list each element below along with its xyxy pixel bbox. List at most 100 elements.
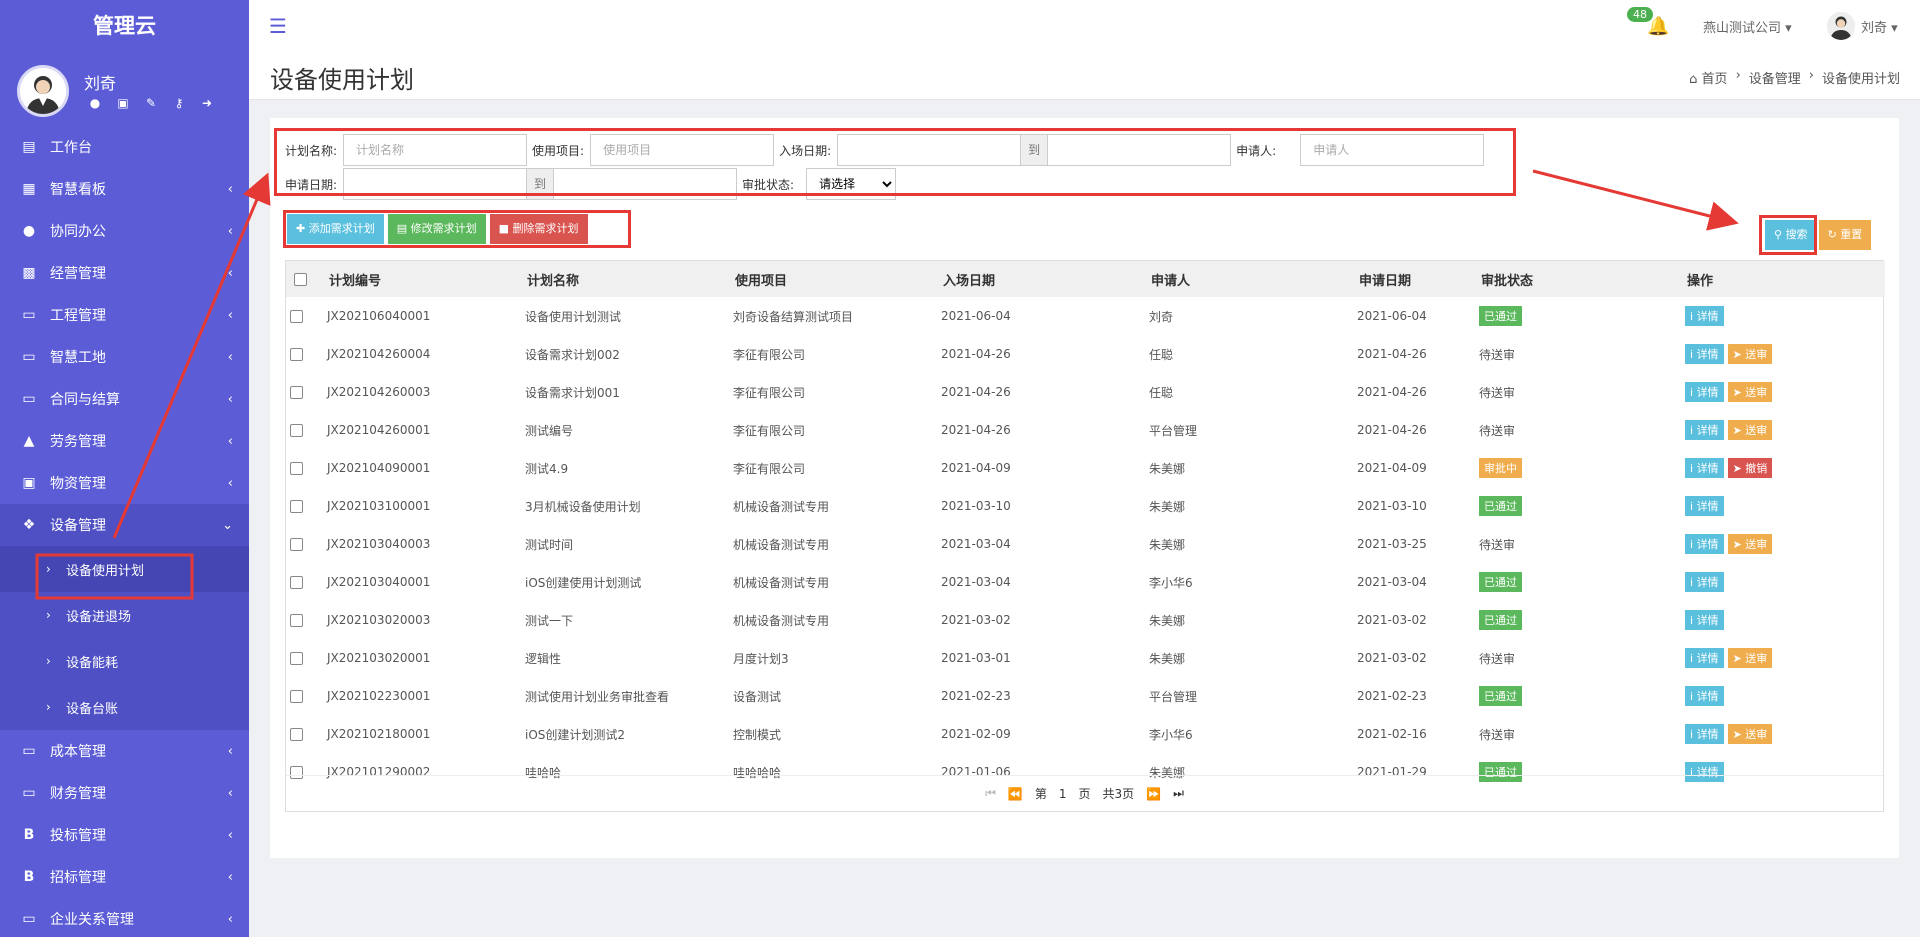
next-page-icon[interactable]: ⏩ — [1146, 787, 1161, 801]
row-checkbox[interactable] — [290, 500, 303, 513]
row-checkbox[interactable] — [290, 462, 303, 475]
topbar-avatar[interactable] — [1827, 12, 1855, 40]
sidebar-item[interactable]: ▭ 成本管理 ‹ — [0, 730, 249, 772]
sidebar-item[interactable]: ▭ 工程管理 ‹ — [0, 294, 249, 336]
detail-button[interactable]: i 详情 — [1685, 420, 1724, 440]
sidebar-item[interactable]: ❖ 设备管理 ⌄ — [0, 504, 249, 546]
pagination: ⏮ ⏪ 第 1 页 共3页 ⏩ ⏭ — [286, 775, 1883, 811]
col-status[interactable]: 审批状态 — [1476, 261, 1682, 297]
detail-button[interactable]: i 详情 — [1685, 534, 1724, 554]
row-checkbox[interactable] — [290, 652, 303, 665]
id-card-icon[interactable]: ▣ — [116, 96, 130, 110]
row-checkbox[interactable] — [290, 614, 303, 627]
table-row[interactable]: JX202104260001 测试编号 李征有限公司 2021-04-26 平台管理 20… — [286, 411, 1885, 449]
sidebar-item[interactable]: ▩ 经营管理 ‹ — [0, 252, 249, 294]
breadcrumb-equipment[interactable]: 设备管理 — [1749, 68, 1801, 87]
chevron-left-icon: ‹ — [227, 349, 233, 365]
row-checkbox[interactable] — [290, 538, 303, 551]
user-dropdown[interactable]: 刘奇 ▾ — [1861, 17, 1898, 36]
select-all-checkbox[interactable] — [294, 272, 307, 286]
sidebar-item[interactable]: ▤ 工作台 — [0, 126, 249, 168]
sidebar-item[interactable]: ▭ 企业关系管理 ‹ — [0, 898, 249, 937]
sidebar-subitem[interactable]: › 设备能耗 — [0, 638, 249, 684]
sidebar-item[interactable]: ● 协同办公 ‹ — [0, 210, 249, 252]
detail-button[interactable]: i 详情 — [1685, 572, 1724, 592]
col-name[interactable]: 计划名称 — [522, 261, 730, 297]
send-icon: ➤ — [1732, 386, 1742, 399]
table-row[interactable]: JX202104260004 设备需求计划002 李征有限公司 2021-04-26 任… — [286, 335, 1885, 373]
row-checkbox[interactable] — [290, 386, 303, 399]
table-row[interactable]: JX202104260003 设备需求计划001 李征有限公司 2021-04-26 任… — [286, 373, 1885, 411]
detail-button[interactable]: i 详情 — [1685, 648, 1724, 668]
info-icon: i — [1690, 386, 1694, 399]
sidebar-item[interactable]: ▲ 劳务管理 ‹ — [0, 420, 249, 462]
cell-code: JX202103040001 — [327, 575, 431, 589]
cell-name: 逻辑性 — [525, 651, 562, 666]
sidebar-subitem[interactable]: › 设备使用计划 — [0, 546, 249, 592]
logout-icon[interactable]: ➜ — [200, 96, 214, 110]
col-project[interactable]: 使用项目 — [730, 261, 938, 297]
page-number[interactable]: 1 — [1059, 787, 1067, 801]
row-checkbox[interactable] — [290, 728, 303, 741]
sidebar-item-label: 智慧工地 — [50, 350, 106, 366]
prev-page-icon[interactable]: ⏪ — [1008, 787, 1023, 801]
breadcrumb-home[interactable]: ⌂ 首页 — [1689, 68, 1727, 87]
detail-button[interactable]: i 详情 — [1685, 344, 1724, 364]
key-icon[interactable]: ⚷ — [172, 96, 186, 110]
table-row[interactable]: JX202103040003 测试时间 机械设备测试专用 2021-03-04 朱美娜 2… — [286, 525, 1885, 563]
detail-button[interactable]: i 详情 — [1685, 382, 1724, 402]
first-page-icon[interactable]: ⏮ — [985, 786, 996, 801]
sidebar-subitem[interactable]: › 设备进退场 — [0, 592, 249, 638]
menu-toggle-icon[interactable]: ☰ — [269, 14, 287, 38]
revoke-button[interactable]: ➤ 撤销 — [1727, 458, 1773, 478]
cell-name: iOS创建使用计划测试 — [525, 575, 642, 590]
row-checkbox[interactable] — [290, 348, 303, 361]
bell-icon[interactable]: 🔔 — [1647, 16, 1669, 37]
submit-button[interactable]: ➤ 送审 — [1727, 344, 1773, 364]
user-icon[interactable]: ● — [88, 96, 102, 110]
table-row[interactable]: JX202103040001 iOS创建使用计划测试 机械设备测试专用 2021-03… — [286, 563, 1885, 601]
table-row[interactable]: JX202103020003 测试一下 机械设备测试专用 2021-03-02 朱美娜 2… — [286, 601, 1885, 639]
detail-button[interactable]: i 详情 — [1685, 686, 1724, 706]
edit-icon[interactable]: ✎ — [144, 96, 158, 110]
row-checkbox[interactable] — [290, 576, 303, 589]
detail-button[interactable]: i 详情 — [1685, 724, 1724, 744]
sidebar-item[interactable]: B 投标管理 ‹ — [0, 814, 249, 856]
sidebar-item[interactable]: ▭ 财务管理 ‹ — [0, 772, 249, 814]
table-row[interactable]: JX202106040001 设备使用计划测试 刘奇设备结算测试项目 2021-06-… — [286, 297, 1885, 335]
page-title: 设备使用计划 — [270, 66, 414, 94]
submit-button[interactable]: ➤ 送审 — [1727, 534, 1773, 554]
table-row[interactable]: JX202102230001 测试使用计划业务审批查看 设备测试 2021-02-23… — [286, 677, 1885, 715]
dashboard-icon: ▤ — [22, 139, 36, 155]
submit-button[interactable]: ➤ 送审 — [1727, 382, 1773, 402]
detail-button[interactable]: i 详情 — [1685, 496, 1724, 516]
row-checkbox[interactable] — [290, 690, 303, 703]
detail-button[interactable]: i 详情 — [1685, 306, 1724, 326]
reset-button[interactable]: ↻ 重置 — [1818, 220, 1872, 250]
submit-button[interactable]: ➤ 送审 — [1727, 724, 1773, 744]
cell-applicant: 朱美娜 — [1149, 461, 1186, 476]
sidebar-item[interactable]: ▣ 物资管理 ‹ — [0, 462, 249, 504]
detail-button[interactable]: i 详情 — [1685, 458, 1724, 478]
col-apply-date[interactable]: 申请日期 — [1354, 261, 1476, 297]
table-row[interactable]: JX202103100001 3月机械设备使用计划 机械设备测试专用 2021-03-… — [286, 487, 1885, 525]
submit-button[interactable]: ➤ 送审 — [1727, 648, 1773, 668]
last-page-icon[interactable]: ⏭ — [1173, 786, 1184, 801]
row-checkbox[interactable] — [290, 424, 303, 437]
sidebar-item[interactable]: B 招标管理 ‹ — [0, 856, 249, 898]
sidebar-item[interactable]: ▭ 合同与结算 ‹ — [0, 378, 249, 420]
cell-name: 测试编号 — [525, 423, 574, 438]
table-row[interactable]: JX202103020001 逻辑性 月度计划3 2021-03-01 朱美娜 2021-… — [286, 639, 1885, 677]
table-row[interactable]: JX202102180001 iOS创建计划测试2 控制模式 2021-02-09 李小… — [286, 715, 1885, 753]
col-applicant[interactable]: 申请人 — [1146, 261, 1354, 297]
sidebar-item[interactable]: ▦ 智慧看板 ‹ — [0, 168, 249, 210]
submit-button[interactable]: ➤ 送审 — [1727, 420, 1773, 440]
col-entry-date[interactable]: 入场日期 — [938, 261, 1146, 297]
sidebar-subitem[interactable]: › 设备台账 — [0, 684, 249, 730]
detail-button[interactable]: i 详情 — [1685, 610, 1724, 630]
company-dropdown[interactable]: 燕山测试公司 ▾ — [1703, 17, 1792, 36]
sidebar-item[interactable]: ▭ 智慧工地 ‹ — [0, 336, 249, 378]
col-code[interactable]: 计划编号 — [314, 261, 522, 297]
row-checkbox[interactable] — [290, 310, 303, 323]
table-row[interactable]: JX202104090001 测试4.9 李征有限公司 2021-04-09 朱美娜 20… — [286, 449, 1885, 487]
